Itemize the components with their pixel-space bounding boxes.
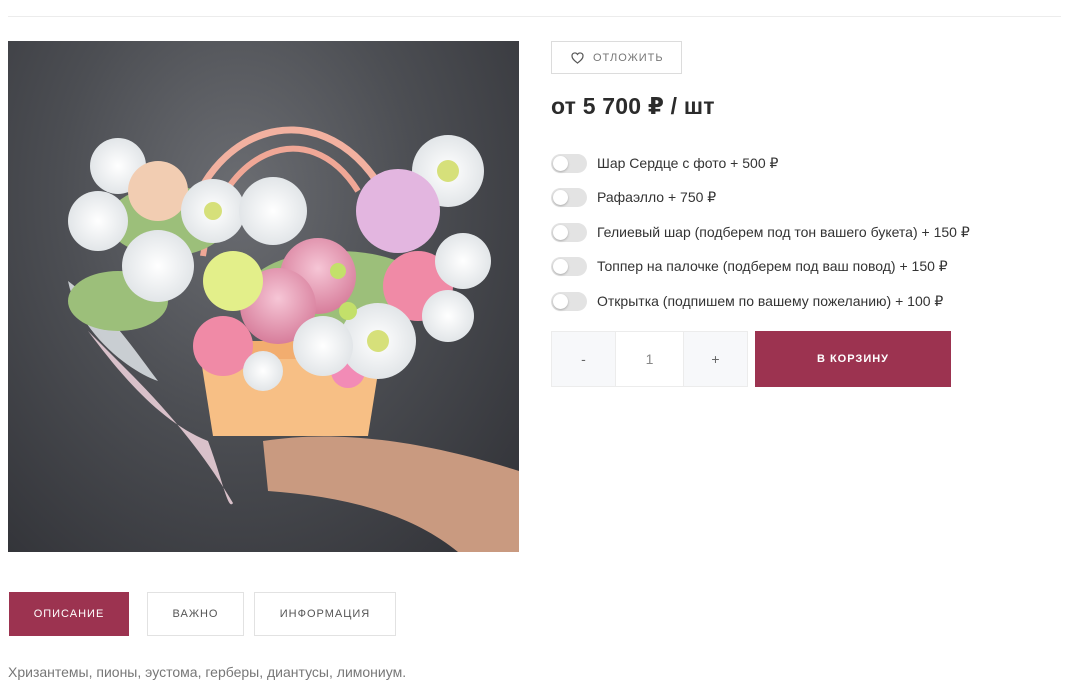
tab-information[interactable]: ИНФОРМАЦИЯ bbox=[254, 592, 396, 636]
product-price: от 5 700 ₽ / шт bbox=[551, 93, 715, 119]
addon-option-label: Гелиевый шар (подберем под тон вашего бу… bbox=[597, 223, 970, 240]
product-description: Хризантемы, пионы, эустома, герберы, диа… bbox=[8, 664, 407, 680]
wishlist-label: ОТЛОЖИТЬ bbox=[593, 51, 664, 64]
quantity-stepper: - 1 + bbox=[551, 331, 748, 387]
tab-description[interactable]: ОПИСАНИЕ bbox=[9, 592, 129, 636]
quantity-decrease-button[interactable]: - bbox=[552, 332, 615, 386]
toggle-switch[interactable] bbox=[551, 188, 587, 208]
toggle-switch[interactable] bbox=[551, 257, 587, 277]
addon-option-label: Рафаэлло + 750 ₽ bbox=[597, 189, 717, 206]
heart-icon bbox=[571, 51, 584, 64]
addon-option-label: Открытка (подпишем по вашему пожеланию) … bbox=[597, 292, 944, 309]
tab-important[interactable]: ВАЖНО bbox=[147, 592, 244, 636]
addon-options: Шар Сердце с фото + 500 ₽ Рафаэлло + 750… bbox=[551, 146, 1051, 319]
add-to-cart-button[interactable]: В КОРЗИНУ bbox=[755, 331, 951, 387]
toggle-switch[interactable] bbox=[551, 291, 587, 311]
product-image bbox=[8, 41, 519, 552]
addon-option[interactable]: Рафаэлло + 750 ₽ bbox=[551, 181, 1051, 216]
addon-option[interactable]: Шар Сердце с фото + 500 ₽ bbox=[551, 146, 1051, 181]
addon-option[interactable]: Открытка (подпишем по вашему пожеланию) … bbox=[551, 284, 1051, 319]
addon-option-label: Топпер на палочке (подберем под ваш пово… bbox=[597, 258, 948, 275]
toggle-switch[interactable] bbox=[551, 153, 587, 173]
addon-option[interactable]: Гелиевый шар (подберем под тон вашего бу… bbox=[551, 215, 1051, 250]
addon-option[interactable]: Топпер на палочке (подберем под ваш пово… bbox=[551, 250, 1051, 285]
wishlist-button[interactable]: ОТЛОЖИТЬ bbox=[551, 41, 682, 74]
addon-option-label: Шар Сердце с фото + 500 ₽ bbox=[597, 154, 779, 171]
toggle-switch[interactable] bbox=[551, 222, 587, 242]
quantity-increase-button[interactable]: + bbox=[684, 332, 747, 386]
quantity-input[interactable]: 1 bbox=[615, 332, 684, 386]
top-divider bbox=[8, 16, 1061, 17]
